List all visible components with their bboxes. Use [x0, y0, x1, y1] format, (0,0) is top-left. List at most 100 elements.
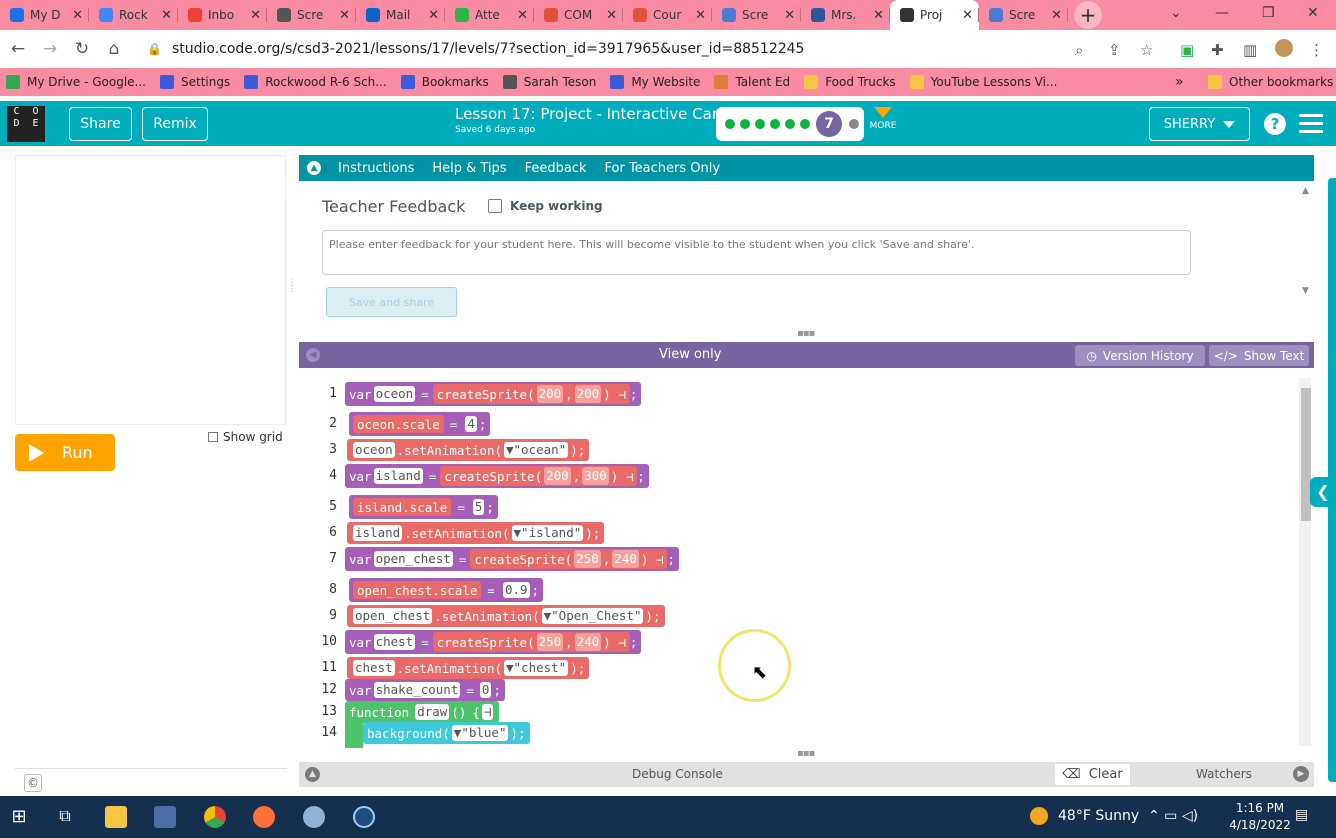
- close-tab-icon[interactable]: ✕: [161, 8, 172, 23]
- version-history-button[interactable]: ◷ Version History: [1075, 345, 1205, 366]
- level-dot[interactable]: [754, 119, 765, 129]
- minimize-button[interactable]: —: [1215, 5, 1229, 21]
- remix-button[interactable]: Remix: [142, 107, 208, 141]
- var-name[interactable]: island: [373, 468, 423, 484]
- other-bookmarks[interactable]: Other bookmarks: [1208, 75, 1333, 89]
- tab-help-tips[interactable]: Help & Tips: [432, 161, 506, 176]
- reload-icon[interactable]: ↻: [68, 39, 96, 59]
- close-tab-icon[interactable]: ✕: [428, 8, 439, 23]
- collapse-left-icon[interactable]: ◀: [306, 348, 320, 362]
- bookmark-item[interactable]: Settings: [159, 75, 230, 89]
- profile-avatar[interactable]: [1275, 39, 1293, 57]
- extension-green-icon[interactable]: ▣: [1180, 41, 1194, 59]
- code-block-line-11[interactable]: chest .setAnimation(▼"chest");: [347, 657, 590, 679]
- bookmark-item[interactable]: Rockwood R-6 Sch...: [244, 75, 387, 89]
- property-block[interactable]: island.scale: [353, 498, 452, 516]
- show-grid-toggle[interactable]: Show grid: [208, 430, 283, 444]
- bookmark-item[interactable]: Sarah Teson: [502, 75, 596, 89]
- maximize-button[interactable]: ❐: [1262, 5, 1275, 21]
- home-icon[interactable]: ⌂: [100, 39, 128, 59]
- close-tab-icon[interactable]: ✕: [72, 8, 83, 23]
- lock-icon[interactable]: 🔒: [147, 42, 162, 56]
- property-block[interactable]: oceon.scale: [353, 415, 444, 433]
- browser-tab[interactable]: Proj ✕: [890, 0, 979, 30]
- watchers-label[interactable]: Watchers: [1196, 767, 1252, 781]
- code-workspace[interactable]: 1 2 3 4 5 6 7 8 9 10 11 12 13 14 var oceon = createSp…: [299, 376, 1314, 748]
- browser-tab[interactable]: Cour ✕: [623, 0, 712, 30]
- collapse-instructions-icon[interactable]: ▲: [307, 161, 321, 175]
- run-button[interactable]: Run: [15, 434, 115, 471]
- code-block-line-3[interactable]: oceon .setAnimation(▼"ocean");: [347, 439, 590, 461]
- tab-instructions[interactable]: Instructions: [338, 161, 414, 176]
- animation-dropdown[interactable]: ▼"island": [511, 525, 584, 541]
- code-org-logo[interactable]: C O D E: [7, 106, 45, 142]
- tab-for-teachers[interactable]: For Teachers Only: [605, 161, 721, 176]
- code-scrollbar[interactable]: [1299, 378, 1311, 746]
- number-value[interactable]: 0: [479, 682, 492, 698]
- number-value[interactable]: 5: [472, 499, 485, 515]
- code-block-line-4[interactable]: var island = createSprite(200, 300) ⊣ ;: [345, 464, 649, 488]
- var-name[interactable]: open_chest: [373, 551, 453, 567]
- animation-dropdown[interactable]: ▼"ocean": [504, 442, 569, 458]
- bookmarks-overflow-icon[interactable]: »: [1175, 74, 1184, 90]
- level-dot[interactable]: [769, 119, 780, 129]
- system-tray-icons[interactable]: ⌃ ▭ ◁): [1148, 808, 1198, 824]
- browser-tab[interactable]: Inbo ✕: [178, 0, 267, 30]
- clear-button[interactable]: ⌫ Clear: [1055, 764, 1130, 785]
- bookmark-item[interactable]: Food Trucks: [804, 75, 896, 89]
- firefox-icon[interactable]: [253, 806, 275, 828]
- browser-tab[interactable]: Scre ✕: [712, 0, 801, 30]
- feedback-scrollbar[interactable]: ▲ ▼: [1302, 186, 1310, 296]
- windows-start-icon[interactable]: ⊞: [8, 806, 30, 828]
- share-page-icon[interactable]: ⇪: [1108, 41, 1121, 59]
- sidebar-icon[interactable]: ▥: [1243, 41, 1257, 59]
- level-dot[interactable]: [739, 119, 750, 129]
- color-dropdown[interactable]: ▼"blue": [451, 725, 509, 741]
- tab-search-icon[interactable]: ⌄: [1170, 5, 1182, 21]
- code-block-line-9[interactable]: open_chest .setAnimation(▼"Open_Chest");: [347, 605, 665, 627]
- extensions-puzzle-icon[interactable]: ✚: [1211, 41, 1224, 59]
- code-block-line-12[interactable]: var shake_count = 0;: [345, 679, 505, 701]
- code-block-line-14[interactable]: background(▼"blue");: [363, 722, 530, 744]
- resize-handle[interactable]: ▪▪▪: [797, 328, 815, 339]
- var-name[interactable]: chest: [373, 634, 416, 650]
- snipping-tool-icon[interactable]: [303, 806, 325, 828]
- weather-widget[interactable]: 48°F Sunny: [1030, 807, 1139, 825]
- animation-dropdown[interactable]: ▼"chest": [504, 660, 569, 676]
- close-tab-icon[interactable]: ✕: [873, 8, 884, 23]
- code-block-line-10[interactable]: var chest = createSprite(250, 240) ⊣ ;: [345, 630, 642, 654]
- browser-tab[interactable]: Scre ✕: [267, 0, 356, 30]
- browser-tab[interactable]: Mail ✕: [356, 0, 445, 30]
- expand-watchers-icon[interactable]: ▶: [1293, 766, 1309, 782]
- notifications-icon[interactable]: ▤: [1295, 807, 1308, 823]
- level-dot[interactable]: [724, 119, 735, 129]
- level-dot[interactable]: [848, 119, 859, 129]
- collapse-function-icon[interactable]: ⊣: [481, 704, 494, 720]
- more-levels-button[interactable]: MORE: [868, 107, 898, 131]
- keep-working-toggle[interactable]: Keep working: [488, 199, 603, 213]
- code-block-line-2[interactable]: oceon.scale = 4;: [349, 412, 491, 436]
- bookmark-star-icon[interactable]: ☆: [1140, 41, 1153, 59]
- sprite-ref[interactable]: oceon: [353, 442, 395, 458]
- back-icon[interactable]: ←: [4, 39, 32, 59]
- task-view-icon[interactable]: ⧉: [54, 806, 76, 828]
- screencast-icon[interactable]: [353, 806, 375, 828]
- calculator-icon[interactable]: [154, 806, 176, 828]
- save-and-share-button[interactable]: Save and share: [326, 287, 457, 317]
- var-name[interactable]: shake_count: [373, 682, 461, 698]
- number-value[interactable]: 0.9: [502, 582, 530, 598]
- expand-debug-icon[interactable]: ▲: [305, 767, 320, 782]
- browser-tab[interactable]: COM ✕: [534, 0, 623, 30]
- level-dot[interactable]: [799, 119, 810, 129]
- close-tab-icon[interactable]: ✕: [784, 8, 795, 23]
- close-tab-icon[interactable]: ✕: [962, 8, 973, 23]
- create-sprite-block[interactable]: createSprite(250, 240) ⊣: [432, 632, 630, 652]
- game-stage[interactable]: [15, 155, 286, 425]
- chrome-icon[interactable]: [204, 806, 226, 828]
- close-tab-icon[interactable]: ✕: [250, 8, 261, 23]
- level-dot[interactable]: [784, 119, 795, 129]
- code-block-line-8[interactable]: open_chest.scale = 0.9;: [349, 578, 544, 602]
- hamburger-menu-icon[interactable]: [1299, 114, 1323, 138]
- close-tab-icon[interactable]: ✕: [1051, 8, 1062, 23]
- new-tab-button[interactable]: +: [1074, 1, 1102, 29]
